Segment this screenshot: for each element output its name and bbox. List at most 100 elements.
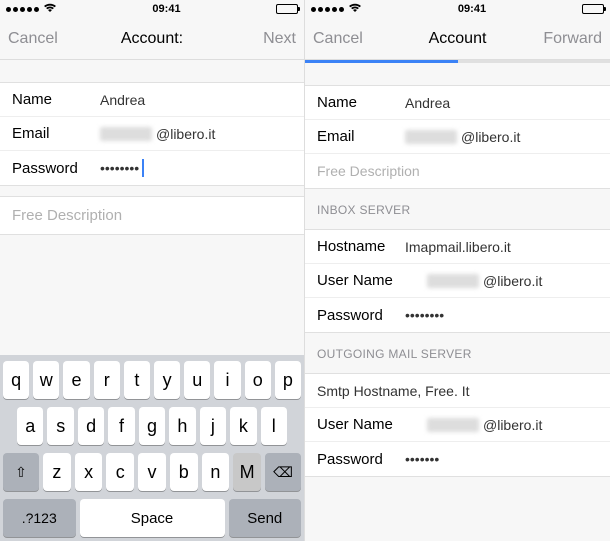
key-g[interactable]: g [139, 407, 165, 445]
keyboard-row-4: .?123 Space Send [3, 499, 301, 537]
wifi-icon [43, 2, 57, 16]
key-h[interactable]: h [169, 407, 195, 445]
password-label: Password [317, 307, 405, 324]
email-label: Email [317, 128, 405, 145]
password-row[interactable]: Password •••••••• [305, 298, 610, 332]
email-row[interactable]: Email @libero.it [0, 117, 304, 151]
key-v[interactable]: v [138, 453, 166, 491]
smtp-row[interactable]: Smtp Hostname, Free. It [305, 374, 610, 408]
key-b[interactable]: b [170, 453, 198, 491]
key-l[interactable]: l [261, 407, 287, 445]
text-cursor-icon [142, 159, 144, 177]
password-row[interactable]: Password ••••••• [305, 442, 610, 476]
keyboard-row-2: asdfghjkl [3, 407, 301, 445]
shift-key[interactable]: ⇧ [3, 453, 39, 491]
hostname-label: Hostname [317, 238, 405, 255]
keyboard: qwertyuiop asdfghjkl ⇧ zxcvbnM⌫ .?123 Sp… [0, 355, 304, 541]
nav-title: Account: [68, 30, 236, 48]
redacted-icon [405, 130, 457, 144]
key-m[interactable]: M [233, 453, 261, 491]
send-key[interactable]: Send [229, 499, 302, 537]
key-e[interactable]: e [63, 361, 89, 399]
nav-bar: Cancel Account: Next [0, 18, 304, 60]
key-q[interactable]: q [3, 361, 29, 399]
email-suffix: @libero.it [461, 129, 520, 145]
key-w[interactable]: w [33, 361, 59, 399]
username-suffix: @libero.it [483, 273, 542, 289]
status-time: 09:41 [458, 3, 486, 15]
account-form: Name Andrea Email @libero.it Free Descri… [305, 85, 610, 189]
next-button[interactable]: Next [236, 30, 296, 48]
inbox-server-form: Hostname Imapmail.libero.it User Name @l… [305, 229, 610, 333]
key-s[interactable]: s [47, 407, 73, 445]
desc-placeholder: Free Description [317, 163, 420, 179]
key-t[interactable]: t [124, 361, 150, 399]
name-label: Name [12, 91, 100, 108]
name-value: Andrea [405, 95, 450, 111]
smtp-label: Smtp Hostname, Free. It [317, 383, 470, 399]
description-row[interactable]: Free Description [0, 196, 304, 235]
key-n[interactable]: n [202, 453, 230, 491]
inbox-server-header: INBOX SERVER [305, 189, 610, 221]
keyboard-row-1: qwertyuiop [3, 361, 301, 399]
email-row[interactable]: Email @libero.it [305, 120, 610, 154]
username-label: User Name [317, 272, 427, 289]
email-value: @libero.it [100, 126, 215, 142]
redacted-icon [100, 127, 152, 141]
keyboard-row-3: ⇧ zxcvbnM⌫ [3, 453, 301, 491]
email-value: @libero.it [405, 129, 520, 145]
key-k[interactable]: k [230, 407, 256, 445]
status-bar: 09:41 [0, 0, 304, 18]
backspace-key[interactable]: ⌫ [265, 453, 301, 491]
key-j[interactable]: j [200, 407, 226, 445]
key-p[interactable]: p [275, 361, 301, 399]
phone-right: 09:41 Cancel Account Forward Name Andrea… [305, 0, 610, 541]
key-r[interactable]: r [94, 361, 120, 399]
username-suffix: @libero.it [483, 417, 542, 433]
phone-left: 09:41 Cancel Account: Next Name Andrea E… [0, 0, 305, 541]
key-c[interactable]: c [106, 453, 134, 491]
password-value: ••••••• [405, 451, 439, 467]
battery-icon [276, 4, 298, 14]
password-row[interactable]: Password •••••••• [0, 151, 304, 185]
email-label: Email [12, 125, 100, 142]
key-u[interactable]: u [184, 361, 210, 399]
name-label: Name [317, 94, 405, 111]
name-row[interactable]: Name Andrea [0, 83, 304, 117]
status-time: 09:41 [152, 3, 180, 15]
signal-dots-icon [311, 7, 344, 12]
key-y[interactable]: y [154, 361, 180, 399]
description-row[interactable]: Free Description [305, 154, 610, 188]
cancel-button[interactable]: Cancel [8, 30, 68, 48]
account-form: Name Andrea Email @libero.it Password ••… [0, 82, 304, 186]
username-value: @libero.it [427, 417, 542, 433]
username-label: User Name [317, 416, 427, 433]
key-z[interactable]: z [43, 453, 71, 491]
email-suffix: @libero.it [156, 126, 215, 142]
redacted-icon [427, 418, 479, 432]
space-key[interactable]: Space [80, 499, 225, 537]
outgoing-server-form: Smtp Hostname, Free. It User Name @liber… [305, 373, 610, 477]
key-x[interactable]: x [75, 453, 103, 491]
cancel-button[interactable]: Cancel [313, 30, 373, 48]
signal-dots-icon [6, 7, 39, 12]
username-row[interactable]: User Name @libero.it [305, 408, 610, 442]
username-value: @libero.it [427, 273, 542, 289]
key-f[interactable]: f [108, 407, 134, 445]
key-i[interactable]: i [214, 361, 240, 399]
password-value: •••••••• [405, 307, 444, 323]
battery-icon [582, 4, 604, 14]
key-a[interactable]: a [17, 407, 43, 445]
nav-title: Account [373, 30, 542, 48]
hostname-value: Imapmail.libero.it [405, 239, 511, 255]
key-d[interactable]: d [78, 407, 104, 445]
key-o[interactable]: o [245, 361, 271, 399]
hostname-row[interactable]: Hostname Imapmail.libero.it [305, 230, 610, 264]
numeric-key[interactable]: .?123 [3, 499, 76, 537]
name-row[interactable]: Name Andrea [305, 86, 610, 120]
status-bar: 09:41 [305, 0, 610, 18]
username-row[interactable]: User Name @libero.it [305, 264, 610, 298]
forward-button[interactable]: Forward [542, 30, 602, 48]
nav-bar: Cancel Account Forward [305, 18, 610, 60]
password-label: Password [317, 451, 405, 468]
